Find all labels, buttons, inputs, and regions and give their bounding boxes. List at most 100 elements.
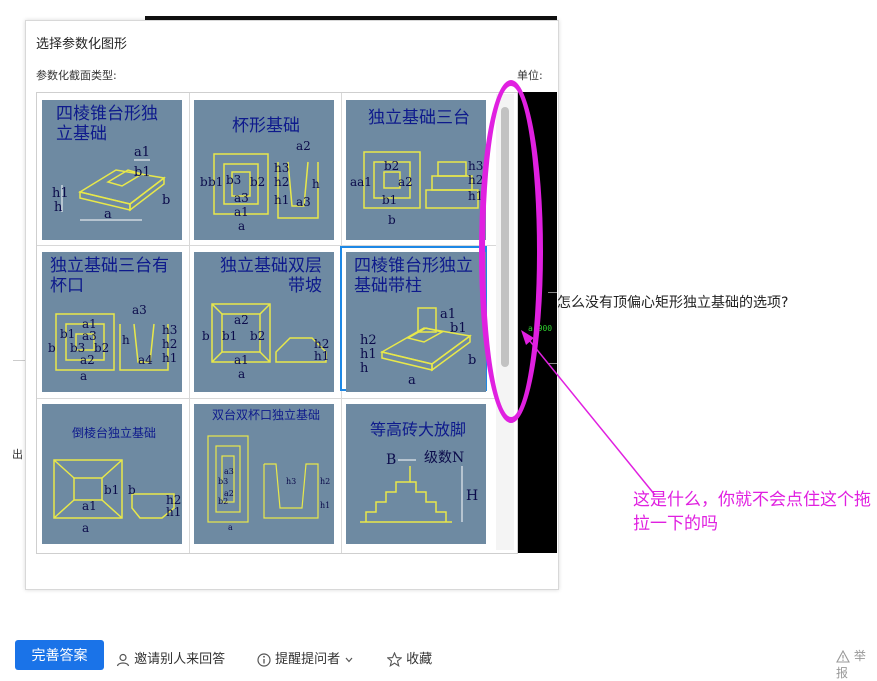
shape-grid: 四棱锥台形独立基础 a1 b1 h1 hab 杯形基础 a2 b b1 b3 b…: [36, 92, 518, 554]
invite-answer-label: 邀请别人来回答: [134, 652, 226, 667]
svg-text:h3: h3: [274, 161, 289, 175]
shape-thumbnail: 独立基础三台有杯口 a3 a1 b1 a3 b3 b2 b a2 a h3 h2 h1 h a4: [42, 252, 182, 392]
svg-text:h1: h1: [360, 347, 377, 362]
shape-thumbnail: 独立基础双层带坡 a2 b1 b2 b a1 a h2 h1: [194, 252, 334, 392]
shape-option-7[interactable]: 倒棱台独立基础 b1 b a1 a h2 h1: [37, 399, 182, 544]
svg-text:a: a: [238, 367, 245, 381]
svg-text:h1: h1: [166, 505, 181, 519]
svg-text:b: b: [128, 483, 136, 497]
svg-text:H: H: [466, 488, 478, 504]
cup-foundation-diagram: a2b b1 b3 b2h3 h2h1h a3a1a3a: [200, 139, 320, 233]
shape-thumbnail: 等高砖大放脚 B 级数N H: [346, 404, 486, 544]
pyramid-column-foundation-diagram: a1b1 h2 h1h a b: [360, 307, 476, 388]
svg-text:b2: b2: [384, 159, 399, 173]
three-step-cup-foundation-diagram: a3a1b1 a3b3 b2 ba2a h3h2h1 ha4: [48, 303, 177, 383]
improve-answer-button[interactable]: 完善答案: [15, 640, 104, 670]
star-icon: [387, 652, 402, 667]
unit-label: 单位:: [517, 69, 543, 82]
svg-text:b: b: [202, 329, 210, 343]
brick-footing-diagram: B 级数N H: [360, 450, 478, 523]
svg-text:b3: b3: [226, 173, 241, 187]
shape-thumbnail: 独立基础三台 aa1 b2 a2 b1 b h3 h2 h1: [346, 100, 486, 240]
svg-text:a3: a3: [234, 191, 249, 205]
svg-text:a: a: [228, 523, 233, 532]
svg-text:h1: h1: [320, 501, 330, 510]
svg-text:h1: h1: [274, 193, 289, 207]
report-link[interactable]: 举报: [836, 647, 877, 681]
svg-text:b1: b1: [60, 327, 75, 341]
svg-text:b: b: [48, 341, 56, 355]
svg-text:a2: a2: [296, 139, 311, 153]
remind-asker-label: 提醒提问者: [275, 652, 341, 667]
svg-text:b2: b2: [250, 329, 265, 343]
svg-text:h1: h1: [52, 186, 69, 201]
svg-text:a1: a1: [234, 205, 249, 219]
svg-text:a: a: [238, 219, 245, 233]
svg-text:b2: b2: [94, 341, 109, 355]
svg-text:h: h: [122, 333, 130, 347]
pyramid-foundation-diagram: a1 b1 h1 h a b: [52, 145, 170, 222]
svg-text:a2: a2: [398, 175, 413, 189]
three-step-foundation-diagram: aa1b2a2 b1bh3 h2h1: [350, 151, 483, 227]
svg-text:b3: b3: [218, 477, 228, 486]
svg-text:a3: a3: [132, 303, 147, 317]
svg-text:a: a: [104, 207, 112, 222]
info-icon: [257, 652, 271, 667]
svg-text:b1: b1: [134, 165, 151, 180]
svg-text:a3: a3: [296, 195, 311, 209]
svg-text:a2: a2: [234, 313, 249, 327]
arrow-annotation-icon: [521, 330, 656, 496]
shape-option-9[interactable]: 等高砖大放脚 B 级数N H: [341, 399, 486, 544]
background-panel-edge: [13, 360, 25, 591]
preview-dimension-line: [548, 292, 557, 293]
svg-text:a1: a1: [440, 307, 456, 322]
inverted-frustum-foundation-diagram: b1 ba1 ah2h1: [53, 459, 181, 535]
shape-option-5[interactable]: 独立基础双层带坡 a2 b1 b2 b a1 a h2 h1: [189, 247, 334, 392]
question-text: 怎么没有顶偏心矩形独立基础的选项?: [557, 295, 789, 311]
shape-option-3[interactable]: 独立基础三台 aa1 b2 a2 b1 b h3 h2 h1: [341, 95, 486, 240]
shape-option-2[interactable]: 杯形基础 a2 b b1 b3 b2 h3 h2 h1 h a3 a1 a3 a: [189, 95, 334, 240]
svg-text:a1: a1: [82, 499, 97, 513]
shape-option-6-selected[interactable]: 四棱锥台形独立基础带柱 a1 b1 h2 h1 h a b: [340, 246, 487, 392]
favorite-label: 收藏: [406, 652, 433, 667]
svg-text:h: h: [54, 200, 63, 215]
section-type-label: 参数化截面类型:: [36, 69, 117, 82]
shape-thumbnail: 四棱锥台形独立基础 a1 b1 h1 hab: [42, 100, 182, 240]
svg-text:h3: h3: [468, 159, 483, 173]
svg-text:a4: a4: [138, 353, 153, 367]
svg-text:h: h: [312, 177, 320, 191]
svg-text:a: a: [408, 373, 416, 388]
user-icon: [116, 653, 130, 666]
svg-text:级数N: 级数N: [424, 450, 464, 466]
svg-text:h2: h2: [320, 477, 330, 486]
svg-text:b: b: [468, 353, 476, 368]
shape-thumbnail: 双台双杯口独立基础 a3 b3 a2 b2 h3 h2 h1 a: [194, 404, 334, 544]
dialog-title: 选择参数化图形: [36, 37, 128, 52]
svg-text:b: b: [162, 193, 170, 208]
svg-text:h3: h3: [286, 477, 296, 486]
svg-text:h2: h2: [162, 337, 177, 351]
svg-text:b1: b1: [104, 483, 119, 497]
comment-annotation: 这是什么，你就不会点住这个拖拉一下的吗: [633, 490, 871, 534]
shape-option-4[interactable]: 独立基础三台有杯口 a3 a1 b1 a3 b3 b2 b a2 a h3 h2 h1 h a4: [37, 247, 182, 392]
svg-text:b2: b2: [218, 497, 228, 506]
remind-asker-link[interactable]: 提醒提问者: [257, 648, 354, 667]
svg-text:B: B: [386, 452, 396, 468]
favorite-link[interactable]: 收藏: [387, 648, 432, 667]
svg-text:b1: b1: [382, 193, 397, 207]
svg-text:a: a: [82, 521, 89, 535]
warning-icon: [836, 650, 850, 663]
svg-text:b1: b1: [208, 175, 223, 189]
invite-answer-link[interactable]: 邀请别人来回答: [116, 648, 225, 667]
shape-option-8[interactable]: 双台双杯口独立基础 a3 b3 a2 b2 h3 h2 h1 a: [189, 399, 334, 544]
svg-text:a3: a3: [224, 467, 234, 476]
svg-text:h1: h1: [162, 351, 177, 365]
svg-text:a1: a1: [234, 353, 249, 367]
svg-text:b1: b1: [222, 329, 237, 343]
svg-text:b1: b1: [450, 321, 467, 336]
double-cup-foundation-diagram: a3b3a2 b2h3 h2 h1a: [207, 435, 330, 532]
shape-thumbnail: 四棱锥台形独立基础带柱 a1 b1 h2 h1 h a b: [346, 252, 486, 392]
shape-thumbnail: 倒棱台独立基础 b1 b a1 a h2 h1: [42, 404, 182, 544]
shape-option-1[interactable]: 四棱锥台形独立基础 a1 b1 h1 hab: [37, 95, 182, 240]
double-slope-foundation-diagram: a2b1 b2 ba1a h2h1: [202, 303, 329, 381]
